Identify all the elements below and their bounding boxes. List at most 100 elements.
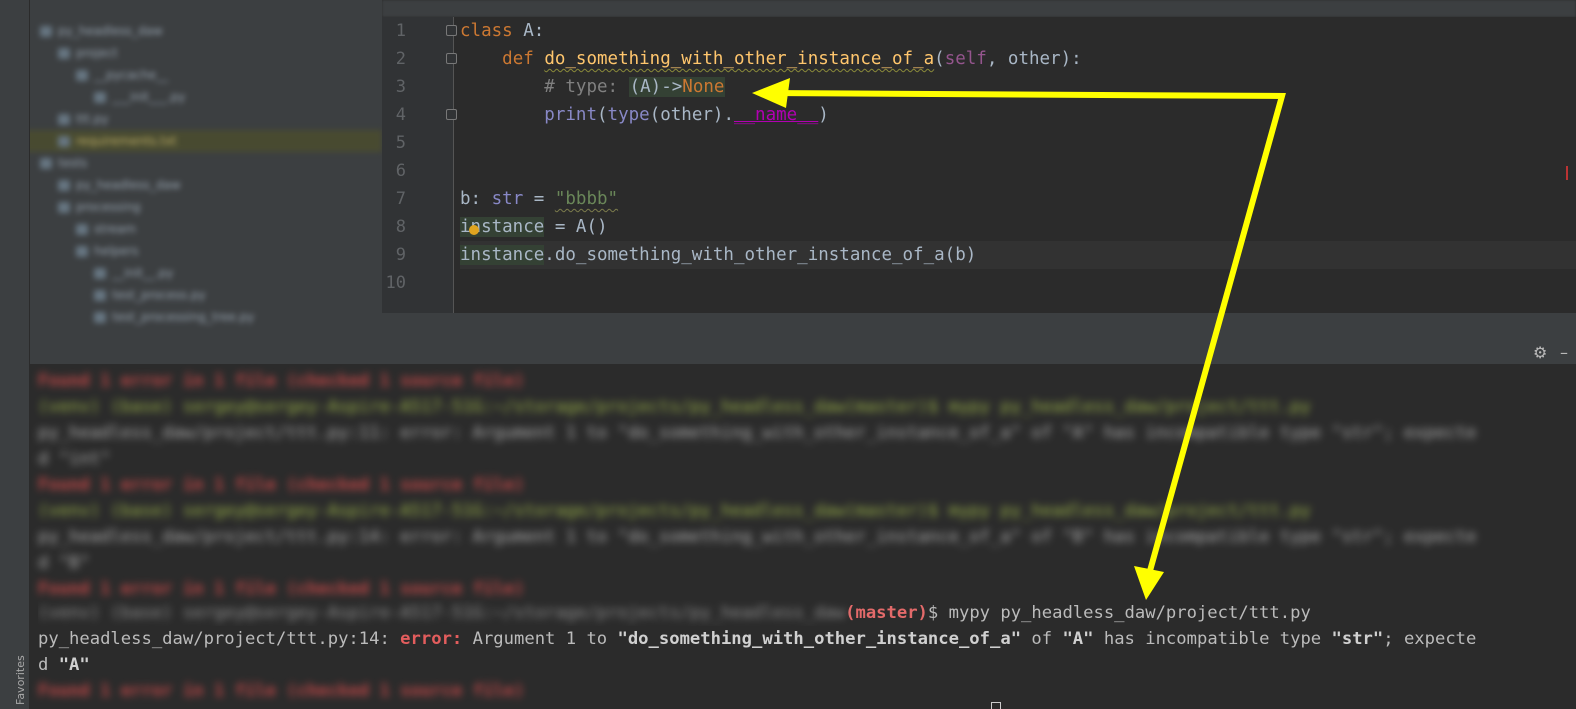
error-text: of: [1021, 629, 1063, 649]
folder-icon: [94, 267, 106, 279]
code-editor[interactable]: 1 2 3 4 5 6 7 8 9 10 class A: def do_something_wi…: [382, 17, 1576, 313]
error-stripe-marker[interactable]: [1566, 166, 1568, 180]
colon: :: [470, 189, 492, 209]
error-class: "A": [1062, 629, 1094, 649]
dunder-name: __name__: [733, 105, 819, 125]
terminal-history-line: Found 1 error in 1 file (checked 1 sourc…: [38, 475, 525, 495]
code-line-1[interactable]: class A:: [460, 17, 1576, 45]
code-line-2[interactable]: def do_something_with_other_instance_of_…: [460, 45, 1576, 73]
tree-item[interactable]: __init__.py: [0, 262, 382, 284]
tree-item[interactable]: processing: [0, 196, 382, 218]
git-branch: (master): [845, 603, 928, 623]
folder-icon: [58, 179, 70, 191]
left-tool-strip: Favorites: [0, 0, 30, 709]
tree-item-label: processing: [76, 200, 141, 214]
favorites-tab[interactable]: Favorites: [14, 655, 27, 705]
tree-item-label: test_process.py: [112, 288, 206, 302]
folder-icon: [76, 245, 88, 257]
tree-item[interactable]: helpers: [0, 240, 382, 262]
variable: b: [460, 189, 471, 209]
tree-item[interactable]: stream: [0, 218, 382, 240]
tree-item[interactable]: project: [0, 42, 382, 64]
params-rest: , other):: [986, 49, 1082, 69]
function-name: do_something_with_other_instance_of_a: [544, 49, 935, 69]
tree-item[interactable]: __pycache__: [0, 64, 382, 86]
tree-item[interactable]: requirements.txt: [0, 130, 382, 152]
folder-icon: [94, 91, 106, 103]
error-text: has incompatible type: [1093, 629, 1332, 649]
string-literal: "bbbb": [554, 189, 619, 209]
minimize-icon[interactable]: –: [1560, 343, 1568, 363]
tree-item[interactable]: ttt.py: [0, 108, 382, 130]
tree-item[interactable]: tests: [0, 152, 382, 174]
self-param: self: [944, 49, 987, 69]
folder-icon: [40, 25, 52, 37]
terminal-error-wrap: d "A": [38, 652, 1566, 678]
folder-icon: [94, 289, 106, 301]
code-line-3[interactable]: # type: (A)->None: [460, 73, 1576, 101]
editor-tabs-bar: [382, 0, 1576, 17]
error-label: error:: [400, 629, 463, 649]
expected-type: "A": [58, 655, 90, 675]
tree-item[interactable]: test_processing_tree.py: [0, 306, 382, 328]
terminal-history-line: (venv) (base) sergey@sergey-Aspire-A517-…: [38, 397, 1311, 417]
folder-icon: [94, 311, 106, 323]
terminal-history-line: Found 1 error in 1 file (checked 1 sourc…: [38, 579, 525, 599]
editor-gutter: 1 2 3 4 5 6 7 8 9 10: [382, 17, 457, 313]
tree-item[interactable]: py_headless_daw: [0, 20, 382, 42]
tree-item-label: stream: [94, 222, 137, 236]
line-number: 5: [395, 133, 406, 153]
line-number: 1: [395, 21, 406, 41]
paren: ): [818, 105, 829, 125]
project-tool-window: py_headless_daw project __pycache__ ___init…: [0, 0, 382, 342]
terminal-last-line: Found 1 error in 1 file (checked 1 sourc…: [38, 681, 525, 701]
builtin-type: type: [607, 105, 650, 125]
terminal-history-line: d "int": [38, 449, 111, 469]
command: $ mypy py_headless_daw/project/ttt.py: [927, 603, 1311, 623]
line-number: 6: [395, 161, 406, 181]
code-line-4[interactable]: print(type(other).__name__): [460, 101, 1576, 129]
line-number: 7: [395, 189, 406, 209]
method-call: .do_something_with_other_instance_of_a(b…: [544, 245, 977, 265]
code-line-9[interactable]: instance.do_something_with_other_instanc…: [460, 241, 1576, 269]
equals: =: [523, 189, 555, 209]
wrap-text: d: [38, 655, 59, 675]
editor-bottom-area: [382, 313, 1576, 342]
keyword: def: [502, 49, 534, 69]
terminal-history-line: d "B": [38, 553, 90, 573]
tree-item[interactable]: test_process.py: [0, 284, 382, 306]
tree-item-label: ttt.py: [76, 112, 109, 126]
terminal-output[interactable]: Found 1 error in 1 file (checked 1 sourc…: [30, 364, 1576, 709]
code-line-7[interactable]: b: str = "bbbb": [460, 185, 1576, 213]
class-name: A:: [512, 21, 545, 41]
tree-item[interactable]: ___init___.py: [0, 86, 382, 108]
fold-marker-icon[interactable]: [446, 53, 457, 64]
gear-icon[interactable]: ⚙: [1533, 343, 1547, 363]
fold-marker-icon[interactable]: [446, 25, 457, 36]
line-number: 9: [395, 245, 406, 265]
tree-item-label: py_headless_daw: [76, 178, 181, 192]
folder-icon: [76, 223, 88, 235]
folder-icon: [76, 69, 88, 81]
error-type: "str": [1331, 629, 1384, 649]
tree-item-label: tests: [58, 156, 88, 170]
type-signature: (A)->None: [628, 77, 726, 97]
return-type: None: [682, 77, 725, 97]
paren: (: [596, 105, 608, 125]
error-text: ; expecte: [1383, 629, 1477, 649]
tree-item-label: test_processing_tree.py: [112, 310, 255, 324]
error-function: "do_something_with_other_instance_of_a": [617, 629, 1022, 649]
terminal-history-line: py_headless_daw/project/ttt.py:11: error…: [38, 423, 1477, 443]
code-line-8[interactable]: instance = A(): [460, 213, 1576, 241]
line-number: 8: [395, 217, 406, 237]
terminal-prompt-line: (venv) (base) sergey@sergey-Aspire-A517-…: [38, 600, 1566, 626]
error-location: py_headless_daw/project/ttt.py:14:: [38, 629, 401, 649]
text-cursor-icon: [991, 702, 1001, 709]
type-comment: # type:: [544, 77, 629, 97]
fold-marker-icon[interactable]: [446, 109, 457, 120]
tree-item[interactable]: py_headless_daw: [0, 174, 382, 196]
intention-bulb-icon[interactable]: [469, 225, 479, 235]
